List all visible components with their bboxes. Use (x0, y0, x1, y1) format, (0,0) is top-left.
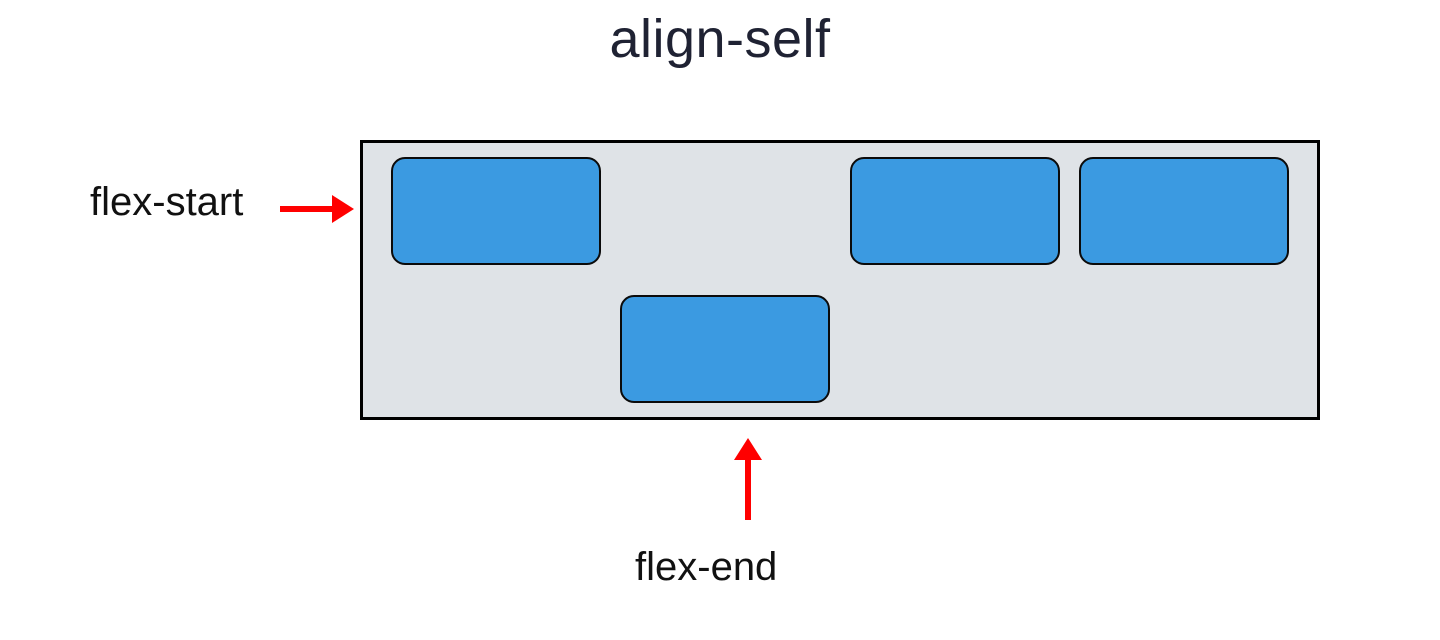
diagram-stage: align-self flex-start flex-end (0, 0, 1440, 640)
arrow-head (332, 195, 354, 223)
arrow-up-icon (734, 438, 762, 520)
arrow-head (734, 438, 762, 460)
flex-start-label: flex-start (90, 180, 243, 225)
diagram-title: align-self (0, 8, 1440, 70)
arrow-shaft (280, 206, 332, 212)
flex-container (360, 140, 1320, 420)
flex-item-2 (620, 295, 830, 403)
arrow-shaft (745, 460, 751, 520)
flex-end-label: flex-end (635, 545, 777, 590)
flex-item-3 (850, 157, 1060, 265)
flex-item-1 (391, 157, 601, 265)
arrow-right-icon (280, 195, 354, 223)
flex-item-4 (1079, 157, 1289, 265)
